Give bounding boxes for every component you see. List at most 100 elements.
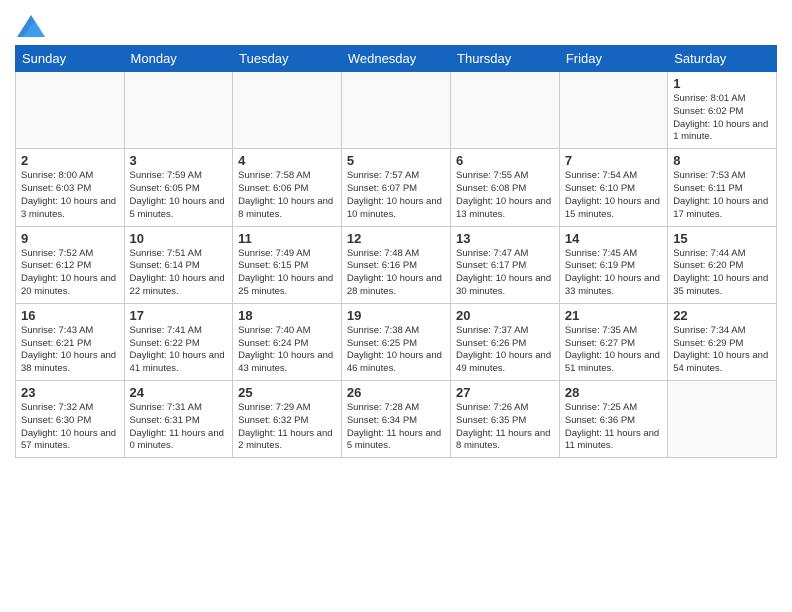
calendar-day-cell: 14 Sunrise: 7:45 AM Sunset: 6:19 PM Dayli… — [559, 226, 667, 303]
day-number: 8 — [673, 153, 771, 168]
calendar-day-cell: 18 Sunrise: 7:40 AM Sunset: 6:24 PM Dayli… — [233, 303, 342, 380]
calendar-day-header: Thursday — [451, 46, 560, 72]
calendar-day-cell: 22 Sunrise: 7:34 AM Sunset: 6:29 PM Dayli… — [668, 303, 777, 380]
calendar-day-cell: 6 Sunrise: 7:55 AM Sunset: 6:08 PM Daylig… — [451, 149, 560, 226]
calendar-day-cell: 20 Sunrise: 7:37 AM Sunset: 6:26 PM Dayli… — [451, 303, 560, 380]
calendar-day-cell: 16 Sunrise: 7:43 AM Sunset: 6:21 PM Dayli… — [16, 303, 125, 380]
calendar-day-cell: 19 Sunrise: 7:38 AM Sunset: 6:25 PM Dayli… — [341, 303, 450, 380]
calendar-day-cell: 24Sunrise: 7:31 AM Sunset: 6:31 PM Dayli… — [124, 381, 233, 458]
day-info: Sunrise: 7:44 AM Sunset: 6:20 PM Dayligh… — [673, 248, 771, 299]
day-number: 7 — [565, 153, 662, 168]
day-info: Sunrise: 7:43 AM Sunset: 6:21 PM Dayligh… — [21, 325, 119, 376]
calendar-day-cell: 21Sunrise: 7:35 AM Sunset: 6:27 PM Dayli… — [559, 303, 667, 380]
day-info: Sunrise: 7:28 AM Sunset: 6:34 PM Dayligh… — [347, 402, 445, 453]
calendar-day-cell: 2 Sunrise: 8:00 AM Sunset: 6:03 PM Daylig… — [16, 149, 125, 226]
calendar-day-header: Wednesday — [341, 46, 450, 72]
calendar-day-cell: 8 Sunrise: 7:53 AM Sunset: 6:11 PM Daylig… — [668, 149, 777, 226]
day-number: 6 — [456, 153, 554, 168]
day-number: 13 — [456, 231, 554, 246]
page-header — [15, 15, 777, 37]
day-info: Sunrise: 7:47 AM Sunset: 6:17 PM Dayligh… — [456, 248, 554, 299]
day-info: Sunrise: 7:38 AM Sunset: 6:25 PM Dayligh… — [347, 325, 445, 376]
calendar-day-cell — [124, 72, 233, 149]
calendar-header-row: SundayMondayTuesdayWednesdayThursdayFrid… — [16, 46, 777, 72]
calendar-day-cell: 28 Sunrise: 7:25 AM Sunset: 6:36 PM Dayli… — [559, 381, 667, 458]
calendar-day-cell: 5 Sunrise: 7:57 AM Sunset: 6:07 PM Daylig… — [341, 149, 450, 226]
day-number: 28 — [565, 385, 662, 400]
day-info: Sunrise: 7:57 AM Sunset: 6:07 PM Dayligh… — [347, 170, 445, 221]
day-info: Sunrise: 7:59 AM Sunset: 6:05 PM Dayligh… — [130, 170, 228, 221]
day-info: Sunrise: 7:37 AM Sunset: 6:26 PM Dayligh… — [456, 325, 554, 376]
logo — [15, 15, 45, 37]
day-info: Sunrise: 7:35 AM Sunset: 6:27 PM Dayligh… — [565, 325, 662, 376]
day-number: 5 — [347, 153, 445, 168]
calendar-day-cell — [559, 72, 667, 149]
day-number: 22 — [673, 308, 771, 323]
day-number: 14 — [565, 231, 662, 246]
calendar-day-cell — [341, 72, 450, 149]
day-info: Sunrise: 7:48 AM Sunset: 6:16 PM Dayligh… — [347, 248, 445, 299]
day-number: 18 — [238, 308, 336, 323]
day-number: 2 — [21, 153, 119, 168]
calendar-day-cell: 23Sunrise: 7:32 AM Sunset: 6:30 PM Dayli… — [16, 381, 125, 458]
calendar-day-cell: 1 Sunrise: 8:01 AM Sunset: 6:02 PM Daylig… — [668, 72, 777, 149]
page-container: SundayMondayTuesdayWednesdayThursdayFrid… — [0, 0, 792, 468]
calendar-day-header: Monday — [124, 46, 233, 72]
day-number: 1 — [673, 76, 771, 91]
day-info: Sunrise: 7:52 AM Sunset: 6:12 PM Dayligh… — [21, 248, 119, 299]
calendar-day-cell — [16, 72, 125, 149]
logo-icon — [17, 15, 45, 37]
calendar-week-row: 1 Sunrise: 8:01 AM Sunset: 6:02 PM Daylig… — [16, 72, 777, 149]
day-number: 12 — [347, 231, 445, 246]
day-number: 3 — [130, 153, 228, 168]
calendar-day-cell: 25 Sunrise: 7:29 AM Sunset: 6:32 PM Dayli… — [233, 381, 342, 458]
day-info: Sunrise: 7:58 AM Sunset: 6:06 PM Dayligh… — [238, 170, 336, 221]
calendar-day-cell: 10 Sunrise: 7:51 AM Sunset: 6:14 PM Dayli… — [124, 226, 233, 303]
day-number: 26 — [347, 385, 445, 400]
day-number: 20 — [456, 308, 554, 323]
calendar-day-header: Friday — [559, 46, 667, 72]
calendar-day-cell: 17Sunrise: 7:41 AM Sunset: 6:22 PM Dayli… — [124, 303, 233, 380]
calendar-day-cell: 11 Sunrise: 7:49 AM Sunset: 6:15 PM Dayli… — [233, 226, 342, 303]
calendar-week-row: 23Sunrise: 7:32 AM Sunset: 6:30 PM Dayli… — [16, 381, 777, 458]
day-info: Sunrise: 7:26 AM Sunset: 6:35 PM Dayligh… — [456, 402, 554, 453]
calendar-day-cell: 13 Sunrise: 7:47 AM Sunset: 6:17 PM Dayli… — [451, 226, 560, 303]
calendar-day-cell: 15 Sunrise: 7:44 AM Sunset: 6:20 PM Dayli… — [668, 226, 777, 303]
calendar-table: SundayMondayTuesdayWednesdayThursdayFrid… — [15, 45, 777, 458]
calendar-day-cell — [451, 72, 560, 149]
calendar-day-cell: 9 Sunrise: 7:52 AM Sunset: 6:12 PM Daylig… — [16, 226, 125, 303]
day-number: 16 — [21, 308, 119, 323]
calendar-day-header: Tuesday — [233, 46, 342, 72]
day-info: Sunrise: 7:40 AM Sunset: 6:24 PM Dayligh… — [238, 325, 336, 376]
day-info: Sunrise: 7:29 AM Sunset: 6:32 PM Dayligh… — [238, 402, 336, 453]
day-info: Sunrise: 7:49 AM Sunset: 6:15 PM Dayligh… — [238, 248, 336, 299]
day-number: 15 — [673, 231, 771, 246]
day-info: Sunrise: 7:45 AM Sunset: 6:19 PM Dayligh… — [565, 248, 662, 299]
day-number: 4 — [238, 153, 336, 168]
calendar-day-header: Saturday — [668, 46, 777, 72]
day-info: Sunrise: 7:55 AM Sunset: 6:08 PM Dayligh… — [456, 170, 554, 221]
day-info: Sunrise: 7:53 AM Sunset: 6:11 PM Dayligh… — [673, 170, 771, 221]
calendar-day-header: Sunday — [16, 46, 125, 72]
day-number: 11 — [238, 231, 336, 246]
day-info: Sunrise: 7:51 AM Sunset: 6:14 PM Dayligh… — [130, 248, 228, 299]
calendar-day-cell: 26 Sunrise: 7:28 AM Sunset: 6:34 PM Dayli… — [341, 381, 450, 458]
calendar-day-cell: 4 Sunrise: 7:58 AM Sunset: 6:06 PM Daylig… — [233, 149, 342, 226]
day-number: 25 — [238, 385, 336, 400]
day-info: Sunrise: 7:34 AM Sunset: 6:29 PM Dayligh… — [673, 325, 771, 376]
day-info: Sunrise: 7:41 AM Sunset: 6:22 PM Dayligh… — [130, 325, 228, 376]
day-number: 9 — [21, 231, 119, 246]
day-info: Sunrise: 8:01 AM Sunset: 6:02 PM Dayligh… — [673, 93, 771, 144]
day-number: 10 — [130, 231, 228, 246]
day-info: Sunrise: 7:25 AM Sunset: 6:36 PM Dayligh… — [565, 402, 662, 453]
day-info: Sunrise: 8:00 AM Sunset: 6:03 PM Dayligh… — [21, 170, 119, 221]
day-number: 27 — [456, 385, 554, 400]
day-number: 19 — [347, 308, 445, 323]
calendar-week-row: 2 Sunrise: 8:00 AM Sunset: 6:03 PM Daylig… — [16, 149, 777, 226]
calendar-day-cell — [668, 381, 777, 458]
day-info: Sunrise: 7:54 AM Sunset: 6:10 PM Dayligh… — [565, 170, 662, 221]
calendar-day-cell: 12 Sunrise: 7:48 AM Sunset: 6:16 PM Dayli… — [341, 226, 450, 303]
calendar-day-cell — [233, 72, 342, 149]
calendar-day-cell: 7 Sunrise: 7:54 AM Sunset: 6:10 PM Daylig… — [559, 149, 667, 226]
calendar-day-cell: 27 Sunrise: 7:26 AM Sunset: 6:35 PM Dayli… — [451, 381, 560, 458]
